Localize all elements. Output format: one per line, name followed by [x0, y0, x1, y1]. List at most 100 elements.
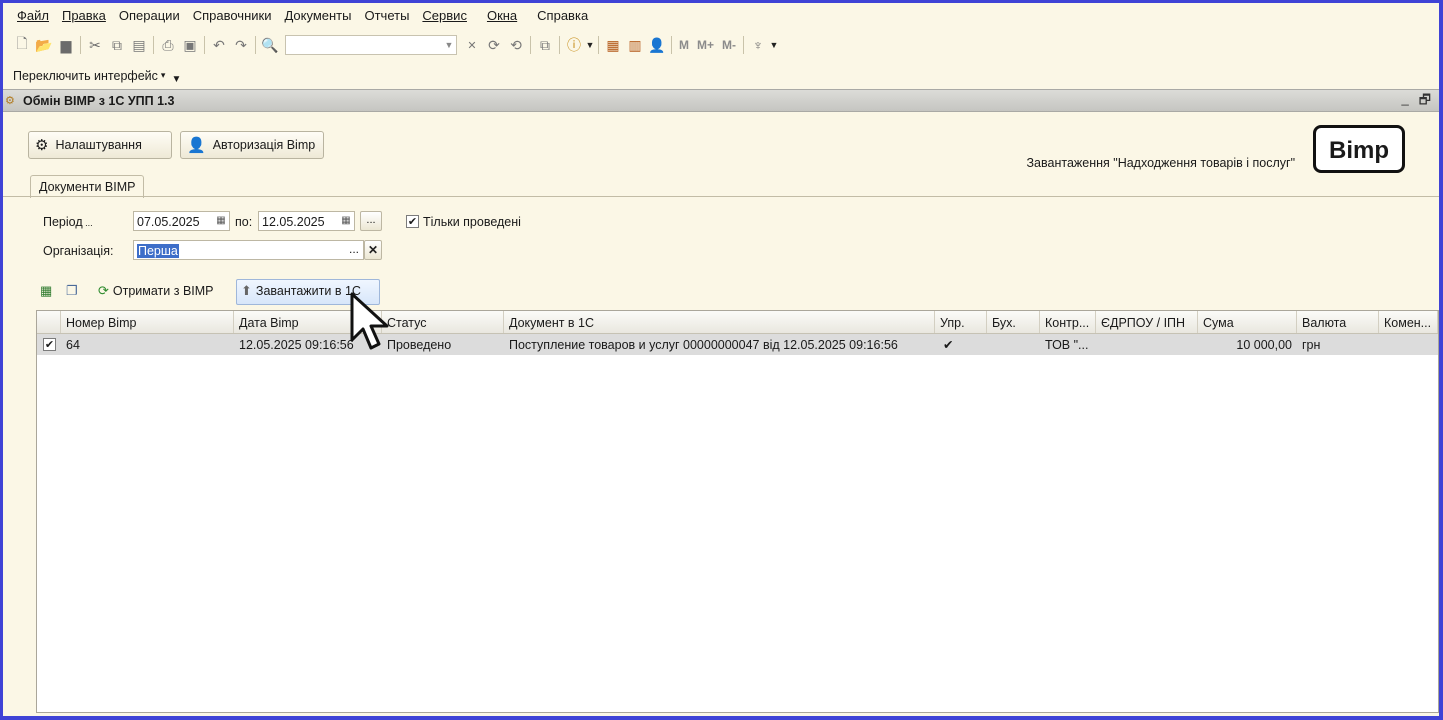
gear-icon: ⚙: [35, 137, 49, 154]
save-icon[interactable]: ▆: [55, 34, 77, 56]
switch-interface-menu[interactable]: Переключить интерфейс ▾ ▼: [13, 66, 182, 86]
toolbar-separator: [559, 36, 560, 54]
users-icon[interactable]: 👤: [646, 34, 668, 56]
uncheck-all-button[interactable]: ❐: [66, 283, 82, 299]
check-all-button[interactable]: ▦: [40, 283, 56, 299]
menu-operations[interactable]: Операции: [112, 3, 186, 29]
cut-icon[interactable]: ✂: [84, 34, 106, 56]
column-header-contractor[interactable]: Контр...: [1040, 311, 1096, 333]
organization-label: Організація:: [43, 244, 114, 258]
calendar-icon[interactable]: ▦: [338, 212, 354, 230]
clear-search-icon[interactable]: ✕: [461, 34, 483, 56]
dropdown-icon: ▾: [160, 70, 166, 80]
find-prev-icon[interactable]: ⟲: [505, 34, 527, 56]
period-select-button[interactable]: ...: [360, 211, 382, 231]
menu-service[interactable]: Сервис: [415, 3, 473, 29]
table-row[interactable]: ✔ 64 12.05.2025 09:16:56 Проведено Посту…: [37, 334, 1438, 355]
window-title: Обмін ВІМР з 1С УПП 1.3: [23, 93, 175, 108]
column-header-edrpou[interactable]: ЄДРПОУ / ІПН: [1096, 311, 1198, 333]
tools-icon[interactable]: ♆: [747, 34, 769, 56]
menu-reports[interactable]: Отчеты: [357, 3, 415, 29]
column-header-status[interactable]: Статус: [382, 311, 504, 333]
undo-icon[interactable]: ↶: [208, 34, 230, 56]
column-header-sum[interactable]: Сума: [1198, 311, 1297, 333]
row-checkbox[interactable]: ✔: [43, 338, 56, 351]
search-input[interactable]: ▼: [285, 35, 457, 55]
toolbar-separator: [743, 36, 745, 54]
calendar-icon[interactable]: ▦: [213, 212, 229, 230]
chevron-down-icon[interactable]: ▼: [769, 34, 779, 56]
user-key-icon: 👤: [187, 137, 206, 154]
chevron-down-icon: ▼: [171, 74, 182, 85]
menu-documents[interactable]: Документы: [277, 3, 357, 29]
upload-description: Завантаження "Надходження товарів і посл…: [1026, 156, 1296, 170]
chevron-down-icon[interactable]: ▼: [585, 34, 595, 56]
window-title-bar: ⚙ Обмін ВІМР з 1С УПП 1.3 _ 🗗: [3, 89, 1439, 112]
mouse-pointer-icon: [350, 292, 389, 350]
cell-comment: [1379, 334, 1438, 355]
column-header-check[interactable]: [37, 311, 61, 333]
memory-minus-button[interactable]: M-: [718, 38, 740, 52]
upload-icon: ⬆: [241, 283, 252, 298]
menu-references[interactable]: Справочники: [186, 3, 278, 29]
print-icon[interactable]: ⎙: [157, 34, 179, 56]
paste-icon[interactable]: ▤: [128, 34, 150, 56]
only-posted-label: Тільки проведені: [423, 215, 521, 229]
new-document-icon[interactable]: 🗋: [11, 34, 33, 56]
find-next-icon[interactable]: ⟳: [483, 34, 505, 56]
column-header-buh[interactable]: Бух.: [987, 311, 1040, 333]
chevron-down-icon[interactable]: ▼: [442, 36, 456, 54]
calendar-icon[interactable]: ▥: [624, 34, 646, 56]
column-header-document[interactable]: Документ в 1С: [504, 311, 935, 333]
cell-contractor: ТОВ "...: [1045, 338, 1089, 352]
date-from-input[interactable]: 07.05.2025 ▦: [133, 211, 230, 231]
info-icon[interactable]: ⓘ: [563, 34, 585, 56]
switch-interface-label: Переключить интерфейс: [13, 68, 158, 83]
column-header-currency[interactable]: Валюта: [1297, 311, 1379, 333]
print-preview-icon[interactable]: ▣: [179, 34, 201, 56]
open-folder-icon[interactable]: 📂: [33, 34, 55, 56]
toolbar-separator: [153, 36, 154, 54]
date-to-input[interactable]: 12.05.2025 ▦: [258, 211, 355, 231]
bimp-logo: Bimp: [1313, 125, 1405, 173]
cell-document: Поступление товаров и услуг 00000000047 …: [509, 338, 898, 352]
tab-documents-bimp[interactable]: Документи ВІМР: [30, 175, 145, 198]
memory-m-button[interactable]: M: [675, 38, 693, 52]
menu-help[interactable]: Справка: [523, 3, 594, 29]
restore-icon[interactable]: 🗗: [1419, 91, 1431, 113]
memory-plus-button[interactable]: M+: [693, 38, 718, 52]
organization-clear-button[interactable]: ✕: [364, 240, 382, 260]
cell-currency: грн: [1302, 338, 1321, 352]
menu-file[interactable]: Файл: [3, 3, 55, 29]
column-header-number[interactable]: Номер Bimp: [61, 311, 234, 333]
redo-icon[interactable]: ↷: [230, 34, 252, 56]
settings-button[interactable]: ⚙ Налаштування: [28, 131, 172, 159]
get-from-bimp-label: Отримати з ВІМР: [112, 284, 214, 298]
column-header-comment[interactable]: Комен...: [1379, 311, 1438, 333]
copy-icon[interactable]: ⧉: [106, 34, 128, 56]
documents-table[interactable]: Номер Bimp Дата Bimp Статус Документ в 1…: [36, 310, 1439, 713]
organization-select-button[interactable]: ...: [344, 240, 364, 260]
toolbar-separator: [598, 36, 599, 54]
load-to-1c-label: Завантажити в 1С: [255, 284, 361, 298]
cell-upr: ✔: [943, 338, 954, 352]
refresh-icon: ⟳: [98, 283, 109, 298]
load-to-1c-button-content[interactable]: ⬆ Завантажити в 1С: [241, 283, 361, 299]
period-label: Період ...: [43, 215, 93, 229]
cell-number: 64: [66, 338, 80, 352]
toolbar-separator: [671, 36, 672, 54]
form-icon: ⚙: [5, 95, 15, 107]
minimize-icon[interactable]: _: [1402, 91, 1409, 113]
search-icon[interactable]: 🔍: [259, 34, 281, 56]
auth-bimp-button[interactable]: 👤 Авторизація Bimp: [180, 131, 324, 159]
menu-edit[interactable]: Правка: [55, 3, 112, 29]
organization-input[interactable]: Перша: [133, 240, 364, 260]
menu-windows[interactable]: Окна: [473, 3, 523, 29]
windows-icon[interactable]: ⧉: [534, 34, 556, 56]
get-from-bimp-button[interactable]: ⟳ Отримати з ВІМР: [98, 283, 214, 299]
main-toolbar: 🗋 📂 ▆ ✂ ⧉ ▤ ⎙ ▣ ↶ ↷ 🔍 ▼ ✕ ⟳ ⟲ ⧉ ⓘ ▼ ▦ ▥ …: [11, 33, 779, 57]
calculator-icon[interactable]: ▦: [602, 34, 624, 56]
only-posted-checkbox[interactable]: ✔: [406, 215, 419, 228]
column-header-upr[interactable]: Упр.: [935, 311, 987, 333]
cell-status: Проведено: [387, 338, 452, 352]
